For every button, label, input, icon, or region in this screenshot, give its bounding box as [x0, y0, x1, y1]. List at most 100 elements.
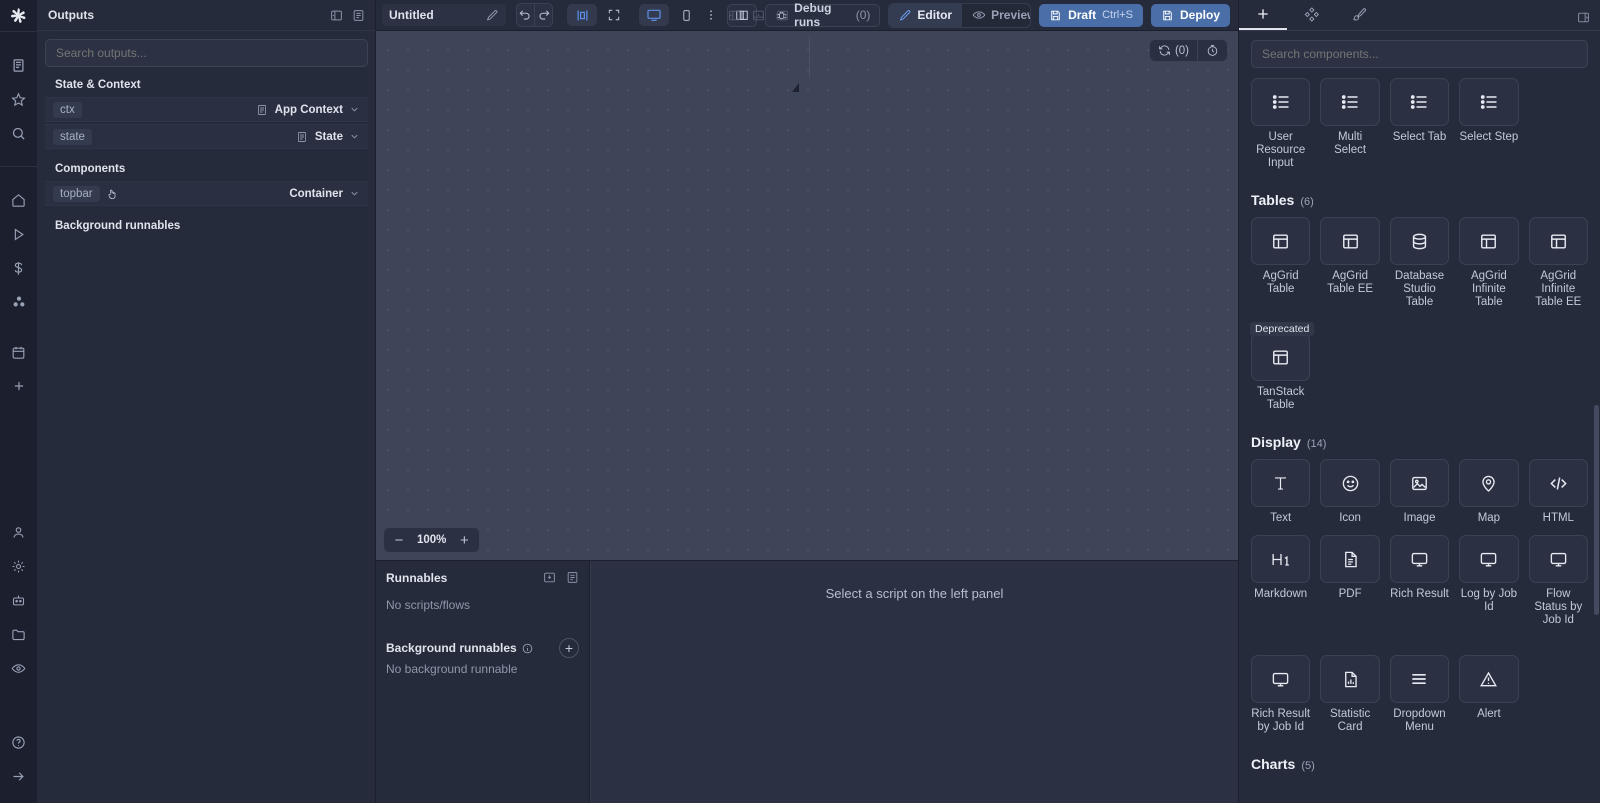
section-components-label: Components	[55, 163, 126, 175]
runs-icon[interactable]	[0, 48, 38, 82]
component-select-step[interactable]: Select Step	[1459, 78, 1519, 180]
star-icon[interactable]	[0, 82, 38, 116]
folder-icon[interactable]	[0, 617, 38, 651]
zoom-out-button[interactable]: −	[388, 530, 410, 550]
component-html[interactable]: HTML	[1528, 459, 1588, 535]
history-button[interactable]	[1197, 40, 1227, 61]
components-display-grid-row3: Rich Result by Job Id Statistic Card Dro…	[1251, 655, 1588, 744]
tab-preview[interactable]: Preview	[962, 4, 1030, 27]
canvas-container-topbar[interactable]	[382, 37, 810, 77]
windmill-logo-icon[interactable]	[0, 0, 38, 31]
dollar-icon[interactable]	[0, 251, 38, 285]
tab-editor[interactable]: Editor	[889, 3, 963, 27]
search-icon[interactable]	[0, 116, 38, 150]
tab-styles[interactable]	[1335, 0, 1383, 30]
component-label: Flow Status by Job Id	[1534, 588, 1583, 626]
draft-button[interactable]: Draft Ctrl+S	[1039, 3, 1143, 27]
component-rich-result[interactable]: Rich Result	[1389, 535, 1450, 637]
calendar-icon[interactable]	[0, 335, 38, 369]
component-user-resource-input[interactable]: User Resource Input	[1251, 78, 1311, 180]
database-icon	[1389, 217, 1450, 265]
search-components-input[interactable]	[1251, 40, 1588, 68]
chevron-down-icon[interactable]	[349, 188, 360, 199]
undo-redo-group	[515, 3, 554, 27]
plus-icon[interactable]	[0, 369, 38, 403]
undo-icon[interactable]	[517, 4, 534, 26]
eye-icon[interactable]	[0, 651, 38, 685]
output-type-topbar: Container	[289, 187, 343, 200]
home-icon[interactable]	[0, 183, 38, 217]
app-root: Outputs State & Context ctx App Context	[0, 0, 1600, 803]
component-dropdown-menu[interactable]: Dropdown Menu	[1389, 655, 1450, 744]
component-multi-select[interactable]: Multi Select	[1320, 78, 1380, 180]
tab-add[interactable]	[1239, 0, 1287, 30]
insert-icon[interactable]	[543, 571, 556, 584]
user-icon[interactable]	[0, 515, 38, 549]
more-vertical-icon[interactable]	[703, 4, 719, 26]
gear-icon[interactable]	[0, 549, 38, 583]
pencil-icon[interactable]	[486, 9, 499, 22]
worker-icon[interactable]	[0, 583, 38, 617]
panel-expand-icon[interactable]	[1577, 11, 1600, 30]
component-aggrid-infinite-table-ee[interactable]: AgGrid Infinite Table EE	[1528, 217, 1588, 319]
chevron-down-icon[interactable]	[349, 131, 360, 142]
resize-handle[interactable]	[792, 83, 799, 92]
component-icon[interactable]: Icon	[1320, 459, 1380, 535]
panel-collapse-icon[interactable]	[330, 9, 343, 22]
output-row-state[interactable]: state State	[45, 124, 368, 149]
panel-left-icon[interactable]	[723, 4, 745, 26]
component-text[interactable]: Text	[1251, 459, 1311, 535]
component-label: Select Step	[1459, 131, 1519, 143]
component-aggrid-infinite-table[interactable]: AgGrid Infinite Table	[1459, 217, 1519, 319]
component-flow-status-by-job-id[interactable]: Flow Status by Job Id	[1528, 535, 1588, 637]
component-label: Multi Select	[1334, 131, 1367, 156]
app-canvas[interactable]: (0) − 100% +	[376, 31, 1238, 560]
list-icon[interactable]	[352, 9, 365, 22]
variables-icon[interactable]	[0, 285, 38, 319]
output-row-ctx[interactable]: ctx App Context	[45, 97, 368, 122]
add-background-runnable-button[interactable]: +	[559, 638, 579, 658]
search-outputs-input[interactable]	[45, 39, 368, 67]
panel-right-icon[interactable]	[771, 4, 793, 26]
component-statistic-card[interactable]: Statistic Card	[1320, 655, 1380, 744]
category-charts-header: Charts (5)	[1251, 744, 1588, 781]
arrow-right-icon[interactable]	[0, 759, 38, 793]
output-row-topbar[interactable]: topbar Container	[45, 181, 368, 206]
refresh-button[interactable]: (0)	[1150, 40, 1197, 61]
help-icon[interactable]	[0, 725, 38, 759]
list-icon[interactable]	[566, 571, 579, 584]
menu-icon	[1389, 655, 1450, 703]
component-tanstack-table[interactable]: Deprecated TanStack Table	[1250, 322, 1315, 422]
app-title-field[interactable]: Untitled	[382, 4, 506, 26]
component-rich-result-by-job-id[interactable]: Rich Result by Job Id	[1251, 655, 1311, 744]
info-icon[interactable]	[522, 643, 533, 654]
component-map[interactable]: Map	[1459, 459, 1519, 535]
component-image[interactable]: Image	[1389, 459, 1450, 535]
pencil-icon	[899, 9, 912, 22]
tab-components[interactable]	[1287, 0, 1335, 30]
fullscreen-icon[interactable]	[599, 4, 629, 26]
component-markdown[interactable]: Markdown	[1251, 535, 1311, 637]
play-icon[interactable]	[0, 217, 38, 251]
desktop-icon[interactable]	[639, 4, 670, 26]
align-center-icon[interactable]	[567, 4, 598, 26]
component-database-studio-table[interactable]: Database Studio Table	[1389, 217, 1450, 319]
component-log-by-job-id[interactable]: Log by Job Id	[1459, 535, 1519, 637]
component-select-tab[interactable]: Select Tab	[1389, 78, 1450, 180]
deploy-button[interactable]: Deploy	[1150, 3, 1230, 27]
table-icon	[1251, 217, 1311, 265]
category-display-header: Display (14)	[1251, 422, 1588, 459]
component-alert[interactable]: Alert	[1459, 655, 1519, 744]
zoom-value: 100%	[417, 534, 447, 546]
panel-bottom-icon[interactable]	[747, 4, 769, 26]
mobile-icon[interactable]	[671, 4, 701, 26]
zoom-in-button[interactable]: +	[453, 530, 475, 550]
redo-icon[interactable]	[534, 4, 552, 26]
component-aggrid-table-ee[interactable]: AgGrid Table EE	[1320, 217, 1380, 319]
component-label: AgGrid Infinite Table	[1470, 270, 1507, 308]
component-aggrid-table[interactable]: AgGrid Table	[1251, 217, 1311, 319]
component-pdf[interactable]: PDF	[1320, 535, 1380, 637]
list-icon	[1320, 78, 1380, 126]
chevron-down-icon[interactable]	[349, 104, 360, 115]
components-panel-scrollbar[interactable]	[1594, 405, 1599, 615]
